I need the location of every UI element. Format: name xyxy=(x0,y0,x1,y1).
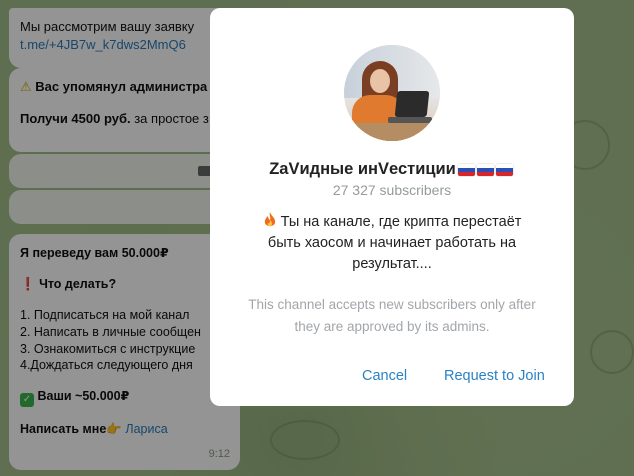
channel-title-text: ZaVидные инVестиции xyxy=(269,160,456,178)
approval-note: This channel accepts new subscribers onl… xyxy=(248,297,536,334)
channel-description: Ты на канале, где крипта перестаёт быть … xyxy=(250,212,534,275)
request-to-join-button[interactable]: Request to Join xyxy=(444,368,545,384)
flag-icon xyxy=(457,164,475,176)
flag-icon xyxy=(476,164,494,176)
join-channel-dialog: ZaVидные инVестиции 27 327 subscribers Т… xyxy=(210,8,574,406)
channel-description-text: Ты на канале, где крипта перестаёт быть … xyxy=(267,214,522,273)
subscriber-count: 27 327 subscribers xyxy=(332,182,452,198)
fire-icon xyxy=(263,212,277,228)
cancel-button[interactable]: Cancel xyxy=(362,368,407,384)
flag-icon xyxy=(495,164,513,176)
russian-flag-icons xyxy=(457,162,515,181)
channel-avatar xyxy=(344,45,440,141)
channel-title: ZaVидные инVестиции xyxy=(210,160,574,181)
